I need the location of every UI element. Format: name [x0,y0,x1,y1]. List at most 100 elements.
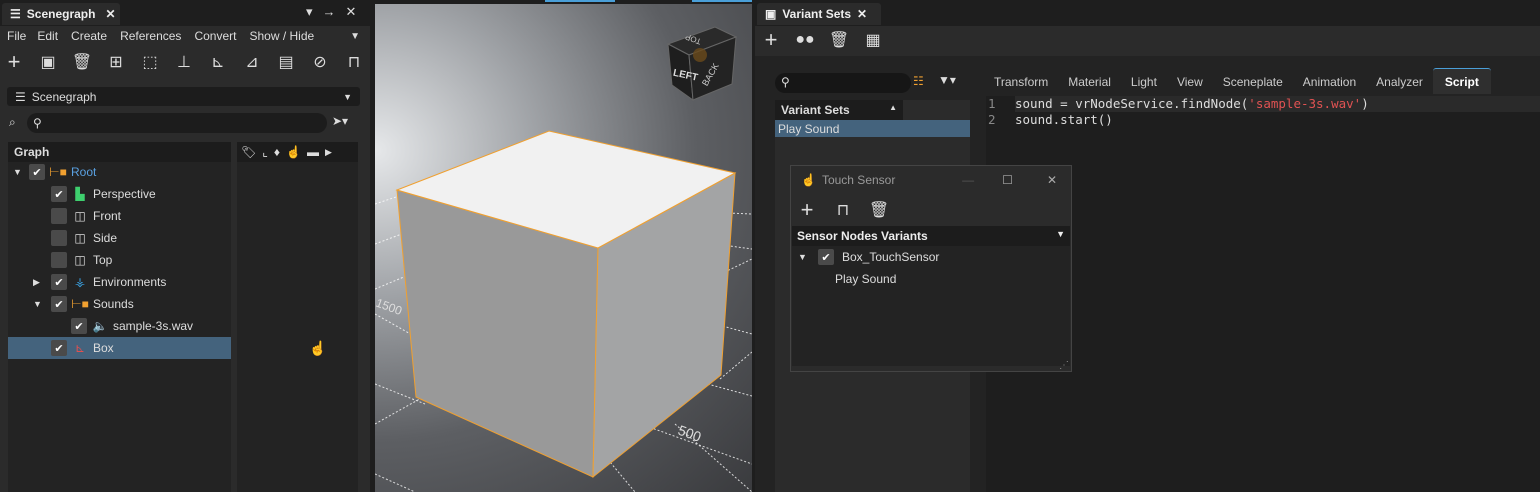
scenegraph-icon: ☰ [15,89,26,104]
list-header[interactable]: Variant Sets ▲ [775,100,903,120]
add-icon[interactable]: + [759,27,783,52]
tree-item-perspective[interactable]: ✔ ▙ Perspective [8,183,231,205]
menu-show-hide[interactable]: Show / Hide [249,29,314,43]
pick-icon[interactable]: ⊓ [342,50,366,74]
resize-grip-icon[interactable]: ⋰ [1059,360,1069,371]
sound-icon: 🔈 [92,319,108,333]
menu-edit[interactable]: Edit [37,29,58,43]
tab-material[interactable]: Material [1058,75,1121,94]
comment-icon[interactable]: ▬ [307,145,319,159]
menu-file[interactable]: File [7,29,26,43]
checkbox[interactable] [51,230,67,246]
delete-icon[interactable]: 🗑 [827,28,851,52]
view-select[interactable]: ☰ Scenegraph ▼ [7,87,360,106]
sensor-header[interactable]: Sensor Nodes Variants ▼ [792,226,1070,246]
dock-indicator [545,0,615,2]
filter-icon[interactable]: ▼▾ [938,73,956,87]
grid-label: 500 [676,422,704,445]
search-options-icon[interactable]: ⌕ [9,115,16,130]
add-icon[interactable]: + [2,49,26,74]
search-icon: ⚲ [33,116,42,130]
tree-item-front[interactable]: ◫ Front [8,205,231,227]
tab-analyzer[interactable]: Analyzer [1366,75,1433,94]
tab-variant-sets[interactable]: ▣ Variant Sets ✕ [757,3,881,25]
code-line-2: sound.start() [1015,112,1113,127]
tree-item-box[interactable]: ✔ ⊾ Box [8,337,231,359]
expand-icon[interactable]: ▼ [13,167,29,177]
delete-icon[interactable]: 🗑 [70,50,94,74]
select-mode-icon[interactable]: ➤▾ [332,114,348,128]
expand-icon[interactable]: ▼ [798,252,818,262]
menu-overflow-icon[interactable]: ▼ [350,31,360,42]
checkbox[interactable]: ✔ [29,164,45,180]
tab-light[interactable]: Light [1121,75,1167,94]
minimize-button[interactable]: — [962,173,974,187]
maximize-button[interactable]: ☐ [1002,173,1013,187]
hand-cursor-icon: ☝ [309,340,327,356]
menu-create[interactable]: Create [71,29,107,43]
variant-icon[interactable]: ⊿ [240,50,264,74]
expand-icon[interactable]: ▶ [33,277,51,288]
window-titlebar[interactable]: ☝ Touch Sensor — ☐ ✕ [791,166,1071,194]
tree-item-sounds[interactable]: ▼ ✔ ⊢■ Sounds [8,293,231,315]
tree-item-sample-wav[interactable]: ✔ 🔈 sample-3s.wav [8,315,231,337]
tab-scenegraph[interactable]: ☰ Scenegraph ✕ [2,3,120,25]
close-icon[interactable]: ✕ [857,7,867,21]
checkbox[interactable]: ✔ [71,318,87,334]
tab-sceneplate[interactable]: Sceneplate [1213,75,1293,94]
delete-icon[interactable]: 🗑 [867,198,891,222]
curve-icon[interactable]: ⌞ [262,145,268,159]
checkbox[interactable]: ✔ [51,186,67,202]
transform-doc-icon[interactable]: ⊾ [206,50,230,74]
sensor-node-item[interactable]: ▼ ✔ Box_TouchSensor [792,246,1070,268]
more-icon[interactable]: ▶ [325,147,332,158]
tree-view-icon[interactable]: ☷ [913,74,924,88]
checkbox[interactable]: ✔ [51,296,67,312]
pick-node-icon[interactable]: ⊓ [831,198,855,222]
material-icon[interactable]: ▤ [274,50,298,74]
camera-view-icon: ◫ [74,209,86,223]
close-icon[interactable]: ✕ [346,4,357,20]
scenegraph-icon: ☰ [10,7,21,21]
checkbox[interactable]: ✔ [51,340,67,356]
tab-transform[interactable]: Transform [984,75,1058,94]
tab-view[interactable]: View [1167,75,1213,94]
search-input[interactable]: ⚲ [27,113,327,133]
list-item[interactable]: Play Sound [775,120,970,137]
checkbox[interactable]: ✔ [818,249,834,265]
menu-convert[interactable]: Convert [194,29,236,43]
tree-item-environments[interactable]: ▶ ✔ ⚶ Environments [8,271,231,293]
pin-arrow-icon[interactable]: → [323,4,336,20]
transform-icon[interactable]: ⊥ [172,50,196,74]
tree-item-side[interactable]: ◫ Side [8,227,231,249]
select-box-icon[interactable]: ⬚ [138,50,162,74]
search-icon: ⚲ [781,75,790,89]
select-icon[interactable]: ⊞ [104,50,128,74]
close-icon[interactable]: ✕ [105,7,115,21]
3d-viewport[interactable]: 1500 500 TOP LEFT BACK [375,4,752,492]
checkbox[interactable]: ✔ [51,274,67,290]
tree-item-root[interactable]: ▼ ✔ ⊢■ Root [8,161,231,183]
touch-icon[interactable]: ☝ [286,145,301,159]
expand-icon[interactable]: ▼ [33,299,51,309]
checkbox[interactable] [51,208,67,224]
sensor-variant-item[interactable]: Play Sound [792,268,1070,290]
chevron-down-icon[interactable]: ▼ [1056,229,1065,243]
close-button[interactable]: ✕ [1047,173,1057,187]
editor-tabs: Transform Material Light View Sceneplate… [984,68,1540,94]
hide-icon[interactable]: ⊘ [308,50,332,74]
tree-item-top[interactable]: ◫ Top [8,249,231,271]
menu-references[interactable]: References [120,29,181,43]
checkbox[interactable] [51,252,67,268]
variant-search-input[interactable]: ⚲ [775,73,911,93]
dock-indicator [692,0,752,2]
tag-icon[interactable]: 🏷 [241,145,256,159]
tab-script[interactable]: Script [1432,68,1491,94]
variant-icon[interactable]: ♦ [274,145,280,159]
add-icon[interactable]: + [795,197,819,222]
dropdown-icon[interactable]: ▾ [306,4,313,20]
group-icon[interactable]: ●● [793,28,817,52]
calculator-icon[interactable]: ▦ [861,28,885,52]
tab-animation[interactable]: Animation [1293,75,1366,94]
group-icon[interactable]: ▣ [36,50,60,74]
